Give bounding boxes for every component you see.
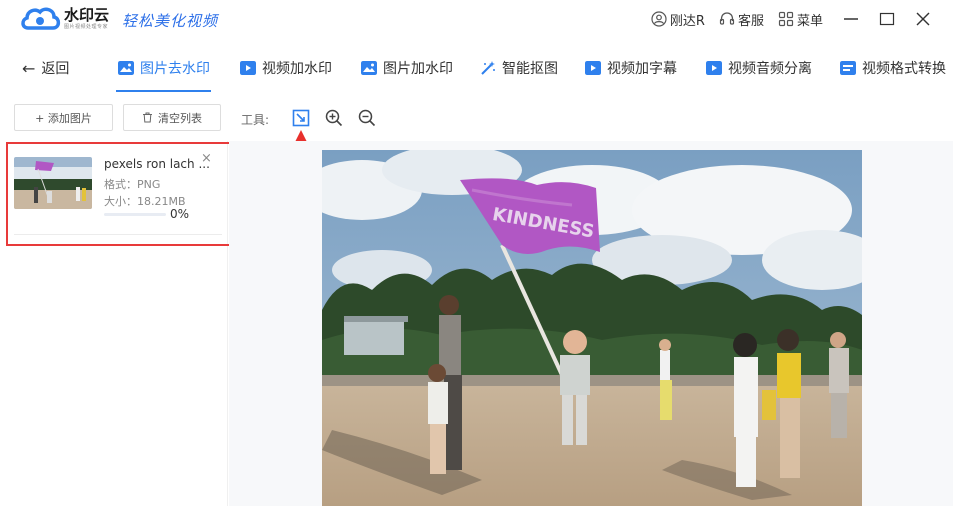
cloud-logo-icon bbox=[21, 7, 61, 30]
headset-icon bbox=[719, 12, 735, 25]
active-tab-indicator bbox=[116, 90, 211, 92]
back-label: 返回 bbox=[41, 61, 70, 77]
highlight-box bbox=[6, 142, 237, 246]
select-area-tool[interactable] bbox=[290, 107, 312, 129]
zoom-out-icon bbox=[358, 109, 376, 127]
title-bar: 水印云 图片视频处理专家 轻松美化视频 刚达R 客服 菜单 bbox=[0, 0, 953, 40]
back-arrow-icon: ← bbox=[22, 58, 36, 78]
tab-label: 视频格式转换 bbox=[862, 61, 946, 77]
select-region-icon bbox=[292, 109, 310, 127]
customer-service-button[interactable]: 客服 bbox=[719, 10, 764, 29]
tab-video-format-convert[interactable]: 视频格式转换 bbox=[840, 58, 946, 78]
trash-icon bbox=[143, 112, 152, 123]
minimize-icon bbox=[844, 18, 858, 20]
toolbar: + 添加图片 清空列表 工具: bbox=[0, 100, 953, 136]
tool-tabs: ← 返回 图片去水印 视频加水印 图片加水印 智能抠图 视频加字幕 视频音频分离… bbox=[0, 50, 953, 92]
app-logo: 水印云 图片视频处理专家 bbox=[20, 6, 109, 32]
video-icon bbox=[240, 61, 256, 75]
app-window: 水印云 图片视频处理专家 轻松美化视频 刚达R 客服 菜单 ← 返回 图片去水印… bbox=[0, 0, 953, 506]
logo-subtitle: 图片视频处理专家 bbox=[64, 24, 109, 30]
user-name: 刚达R bbox=[669, 13, 705, 29]
image-icon bbox=[361, 61, 377, 75]
tab-label: 视频音频分离 bbox=[728, 61, 812, 77]
tab-video-audio-separate[interactable]: 视频音频分离 bbox=[706, 58, 812, 78]
tab-video-add-watermark[interactable]: 视频加水印 bbox=[240, 58, 332, 78]
menu-button[interactable]: 菜单 bbox=[778, 10, 823, 29]
tab-image-add-watermark[interactable]: 图片加水印 bbox=[361, 58, 453, 78]
back-button[interactable]: ← 返回 bbox=[22, 58, 69, 78]
preview-image[interactable]: KINDNESS bbox=[322, 150, 862, 506]
clear-list-button[interactable]: 清空列表 bbox=[123, 104, 221, 131]
tab-image-remove-watermark[interactable]: 图片去水印 bbox=[118, 58, 210, 78]
close-icon bbox=[916, 12, 930, 26]
video-icon bbox=[585, 61, 601, 75]
tab-label: 视频加字幕 bbox=[607, 61, 677, 77]
grid-menu-icon bbox=[778, 11, 794, 27]
tab-label: 图片加水印 bbox=[383, 61, 453, 77]
minimize-button[interactable] bbox=[843, 11, 859, 27]
zoom-in-tool[interactable] bbox=[323, 107, 345, 129]
magic-wand-icon bbox=[481, 61, 495, 75]
tab-smart-cutout[interactable]: 智能抠图 bbox=[480, 58, 558, 78]
tab-label: 图片去水印 bbox=[140, 61, 210, 77]
beach-flag-photo-icon: KINDNESS bbox=[322, 150, 862, 506]
image-icon bbox=[118, 61, 134, 75]
tab-label: 视频加水印 bbox=[262, 61, 332, 77]
user-account-button[interactable]: 刚达R bbox=[651, 10, 705, 29]
format-icon bbox=[840, 61, 856, 75]
app-slogan: 轻松美化视频 bbox=[122, 12, 219, 30]
tab-label: 智能抠图 bbox=[502, 61, 558, 77]
menu-label: 菜单 bbox=[796, 13, 823, 29]
logo-name: 水印云 bbox=[64, 6, 110, 24]
zoom-out-tool[interactable] bbox=[356, 107, 378, 129]
user-icon bbox=[651, 11, 667, 27]
add-image-button[interactable]: + 添加图片 bbox=[14, 104, 113, 131]
maximize-button[interactable] bbox=[879, 11, 895, 27]
tab-video-add-subtitle[interactable]: 视频加字幕 bbox=[585, 58, 677, 78]
zoom-in-icon bbox=[325, 109, 343, 127]
service-label: 客服 bbox=[737, 13, 764, 29]
maximize-icon bbox=[879, 12, 895, 26]
tools-label: 工具: bbox=[241, 113, 270, 127]
close-button[interactable] bbox=[915, 11, 931, 27]
clear-list-label: 清空列表 bbox=[158, 111, 202, 125]
titlebar-actions: 刚达R 客服 菜单 bbox=[637, 6, 931, 32]
video-icon bbox=[706, 61, 722, 75]
